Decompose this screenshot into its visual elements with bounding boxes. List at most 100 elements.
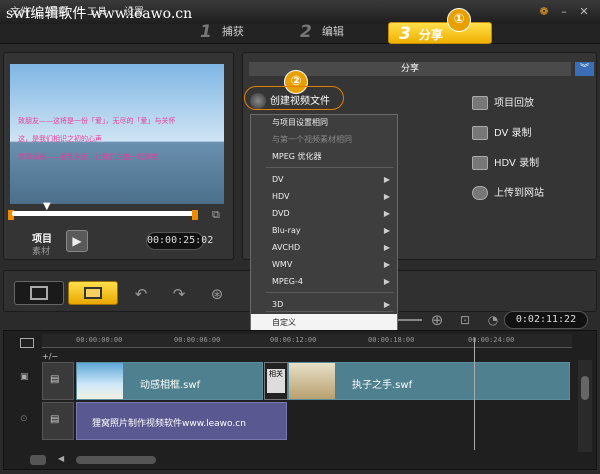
video-clip-2[interactable] — [288, 362, 570, 400]
redo-icon[interactable]: ↷ — [170, 285, 188, 303]
scrubber-handle[interactable]: ▼ — [43, 201, 51, 212]
lock-icon[interactable]: ⊙ — [20, 414, 28, 424]
overlay-text: 这，是我们相识之初的心声 — [18, 135, 102, 143]
track-area — [3, 330, 597, 470]
dropdown-item[interactable]: DVD ▶ — [272, 205, 398, 222]
dropdown-item[interactable]: AVCHD ▶ — [272, 239, 398, 256]
horizontal-scroll-thumb[interactable] — [76, 456, 156, 464]
annotation-marker-1: ① — [447, 8, 471, 32]
submenu-arrow-icon: ▶ — [383, 175, 390, 184]
add-chapter-icon[interactable]: +/− — [42, 352, 58, 361]
ruler-tick: 00:00:06:00 — [174, 336, 221, 344]
create-video-file-button[interactable]: 创建视频文件 — [250, 92, 330, 109]
tab-capture[interactable]: 1 捕获 — [200, 22, 244, 44]
close-button[interactable]: ✕ — [576, 4, 592, 20]
playhead[interactable] — [474, 338, 475, 450]
minimize-button[interactable]: – — [556, 4, 572, 20]
project-label[interactable]: 项目 — [32, 230, 52, 245]
zoom-in-icon[interactable]: ⊕ — [428, 311, 446, 329]
dropdown-item[interactable]: 与项目设置相同 — [272, 114, 398, 131]
dropdown-item[interactable]: MPEG-4 ▶ — [272, 273, 398, 290]
track-toggle-icon[interactable]: ▣ — [20, 372, 29, 382]
tab-edit[interactable]: 2 编辑 — [300, 22, 344, 44]
playback-icon — [472, 96, 488, 110]
timeline-icon — [84, 287, 102, 299]
button-label: 上传到网站 — [494, 188, 544, 199]
tab-label: 编辑 — [321, 25, 344, 38]
record-capture-icon[interactable]: ⊛ — [208, 285, 226, 303]
text-clip-name: 狸窝照片制作视频软件www.leawo.cn — [92, 419, 246, 429]
project-playback-button[interactable]: 项目回放 — [472, 94, 534, 110]
clip-name: 执子之手.swf — [352, 380, 413, 391]
tab-label: 捕获 — [221, 25, 244, 38]
menu-separator — [266, 292, 394, 293]
zoom-mini-button[interactable] — [30, 455, 46, 465]
step-number: 3 — [399, 24, 411, 44]
video-track-icon: ▤ — [50, 374, 60, 385]
dropdown-item[interactable]: DV ▶ — [272, 171, 398, 188]
ruler-tick: 00:00:00:00 — [76, 336, 123, 344]
undo-icon[interactable]: ↶ — [132, 285, 150, 303]
ruler-tick: 00:00:18:00 — [368, 336, 415, 344]
submenu-arrow-icon: ▶ — [383, 260, 390, 269]
clip-name: 动感相框.swf — [140, 380, 201, 391]
dropdown-item[interactable]: MPEG 优化器 — [272, 148, 398, 165]
dropdown-item-label: 与第一个视频素材相同 — [272, 135, 352, 144]
vertical-scrollbar[interactable] — [578, 360, 592, 452]
fit-project-icon[interactable]: ⊡ — [456, 311, 474, 329]
dropdown-item-label: HDV — [272, 192, 290, 201]
button-label: HDV 录制 — [494, 158, 540, 169]
zoom-slider[interactable] — [398, 319, 422, 321]
button-label: DV 录制 — [494, 128, 532, 139]
dropdown-item-custom[interactable]: 自定义 — [251, 314, 397, 331]
clip-label[interactable]: 素材 — [32, 244, 50, 257]
clock-icon: ◔ — [487, 313, 499, 327]
film-reel-icon — [250, 93, 266, 109]
tab-share[interactable]: 3 分享 — [388, 22, 492, 44]
dropdown-item-label: DVD — [272, 209, 290, 218]
submenu-arrow-icon: ▶ — [383, 300, 390, 309]
transition-clip[interactable]: 相关 — [264, 362, 288, 400]
dropdown-item[interactable]: Blu-ray ▶ — [272, 222, 398, 239]
menu-settings[interactable]: 设置 — [124, 3, 144, 18]
submenu-arrow-icon: ▶ — [383, 243, 390, 252]
menu-edit[interactable]: 编辑 — [48, 3, 68, 18]
dv-record-button[interactable]: DV 录制 — [472, 124, 532, 140]
submenu-arrow-icon: ▶ — [383, 226, 390, 235]
dropdown-item-label: MPEG 优化器 — [272, 152, 322, 161]
step-number: 2 — [300, 22, 312, 42]
dropdown-item[interactable]: WMV ▶ — [272, 256, 398, 273]
menu-tools[interactable]: 工具 — [87, 3, 107, 18]
button-label: 项目回放 — [494, 98, 534, 109]
dropdown-item[interactable]: 3D ▶ — [272, 296, 398, 313]
overlay-text: 情深绵长——爱到永远，让我们白首一起到老 — [18, 153, 158, 161]
split-icon[interactable]: ⧉ — [212, 208, 220, 222]
transition-label: 相关 — [267, 369, 285, 393]
preview-timecode[interactable]: 00:00:25:02 — [146, 232, 213, 250]
submenu-arrow-icon: ▶ — [383, 209, 390, 218]
scroll-left-icon[interactable]: ◀ — [58, 454, 64, 463]
dropdown-item: 与第一个视频素材相同 — [272, 131, 398, 148]
dropdown-item[interactable]: HDV ▶ — [272, 188, 398, 205]
trim-end-handle[interactable] — [192, 210, 198, 220]
submenu-arrow-icon: ▶ — [383, 192, 390, 201]
clip-thumbnail — [289, 363, 335, 399]
collapse-icon[interactable]: ︾ — [575, 62, 594, 76]
submenu-arrow-icon: ▶ — [383, 277, 390, 286]
play-button[interactable]: ▶ — [66, 230, 88, 252]
overlay-track-icon: ▤ — [50, 414, 60, 425]
create-video-label: 创建视频文件 — [270, 96, 330, 107]
upload-to-web-button[interactable]: 上传到网站 — [472, 184, 544, 200]
timeline-timecode[interactable]: 0:02:11:22 — [504, 311, 588, 329]
dropdown-item-label: MPEG-4 — [272, 277, 303, 286]
ruler-tick: 00:00:12:00 — [270, 336, 317, 344]
scrubber-bar[interactable] — [12, 211, 196, 216]
hdv-record-button[interactable]: HDV 录制 — [472, 154, 539, 170]
track-manager-icon[interactable] — [20, 338, 34, 348]
menu-separator — [266, 167, 394, 168]
dropdown-item-label: WMV — [272, 260, 293, 269]
vertical-scroll-thumb[interactable] — [581, 376, 589, 400]
menu-file[interactable]: 文件 — [10, 3, 30, 18]
app-logo-icon: ❁ — [539, 5, 549, 18]
dropdown-item-label: Blu-ray — [272, 226, 301, 235]
